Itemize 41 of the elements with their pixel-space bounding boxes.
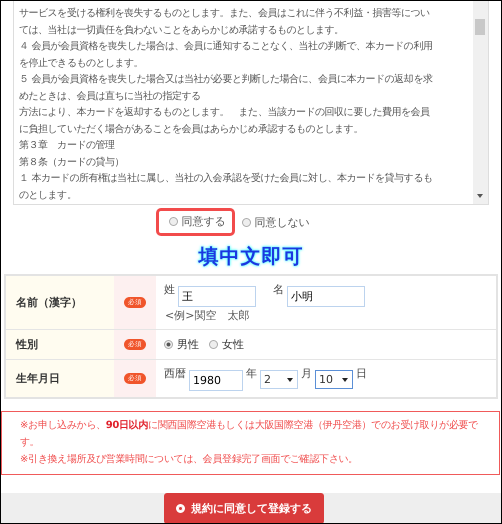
day-select[interactable]: 10 [315,370,353,389]
example-text: <例>関空 太郎 [164,308,250,323]
terms-text: に負担していただく場合があることを会員はあらかじめ承認するものとします。 [19,122,364,136]
field-label: 名前（漢字） [6,276,114,329]
terms-text: サービスを受ける権利を喪失するものとします。また、会員はこれに伴う不利益・損害等につい [19,6,431,21]
dropdown-icon [287,378,293,382]
terms-text: ては、当社は一切責任を負わないことをあらかじめ承諾するものとします。 [19,24,345,38]
circle-icon [176,504,185,513]
month-label: 月 [301,366,312,381]
terms-text: のとします。 [19,188,78,202]
agree-radio[interactable]: 同意しない [238,211,314,233]
year-label: 年 [246,366,257,381]
dropdown-icon [342,378,348,382]
terms-text: を停止できるものとします。 [19,56,144,70]
last-name-field[interactable]: 王 [178,286,256,307]
field-label: 性別 [6,330,114,359]
terms-text: 方法により、本カードを返却するものとします。 また、当該カードの回収に要した費用を会員 [19,106,431,120]
terms-text: めたときは、会員は直ちに当社の指定する [19,90,202,104]
field-label: 生年月日 [6,360,114,397]
scroll-down-icon[interactable] [477,194,483,198]
day-label: 日 [356,366,367,381]
scrollbar-thumb[interactable] [475,19,485,35]
notice-text: ※引き換え場所及び営業時間については、会員登録完了画面でご確認下さい。 [20,452,359,467]
terms-text: 第８条（カードの貸与） [19,156,126,170]
first-name-field[interactable]: 小明 [287,286,365,307]
terms-text: ５ 会員が会員資格を喪失した場合又は当社が必要と判断した場合に、会員に本カードの返却を求 [19,72,434,87]
agree-radio[interactable]: 同意する [158,211,232,233]
year-field[interactable]: 1980 [189,370,243,391]
notice-text: ※お申し込みから、90日以内に関西国際空港もしくは大阪国際空港（伊丹空港）でのお受け取りが必要です。 [20,418,479,450]
era-label: 西暦 [164,366,186,381]
terms-text: ４ 会員が会員資格を喪失した場合は、会員に通知することなく、当社の判断で、本カードの利用 [19,40,434,54]
scrollbar[interactable] [473,1,488,204]
terms-text: １ 本カードの所有権は当社に属し、当社の入会承認を受けた会員に対し、本カードを貸与するも [19,172,434,186]
last-name-label: 姓 [164,282,175,297]
gender-radio[interactable]: 男性 [164,336,199,353]
annotation-text: 填中文即可 [198,243,304,270]
gender-radio[interactable]: 女性 [209,336,244,353]
submit-button[interactable]: 規約に同意して登録する [164,493,324,523]
first-name-label: 名 [273,282,284,297]
terms-text: 第３章 カードの管理 [19,138,116,153]
month-select[interactable]: 2 [260,370,298,389]
